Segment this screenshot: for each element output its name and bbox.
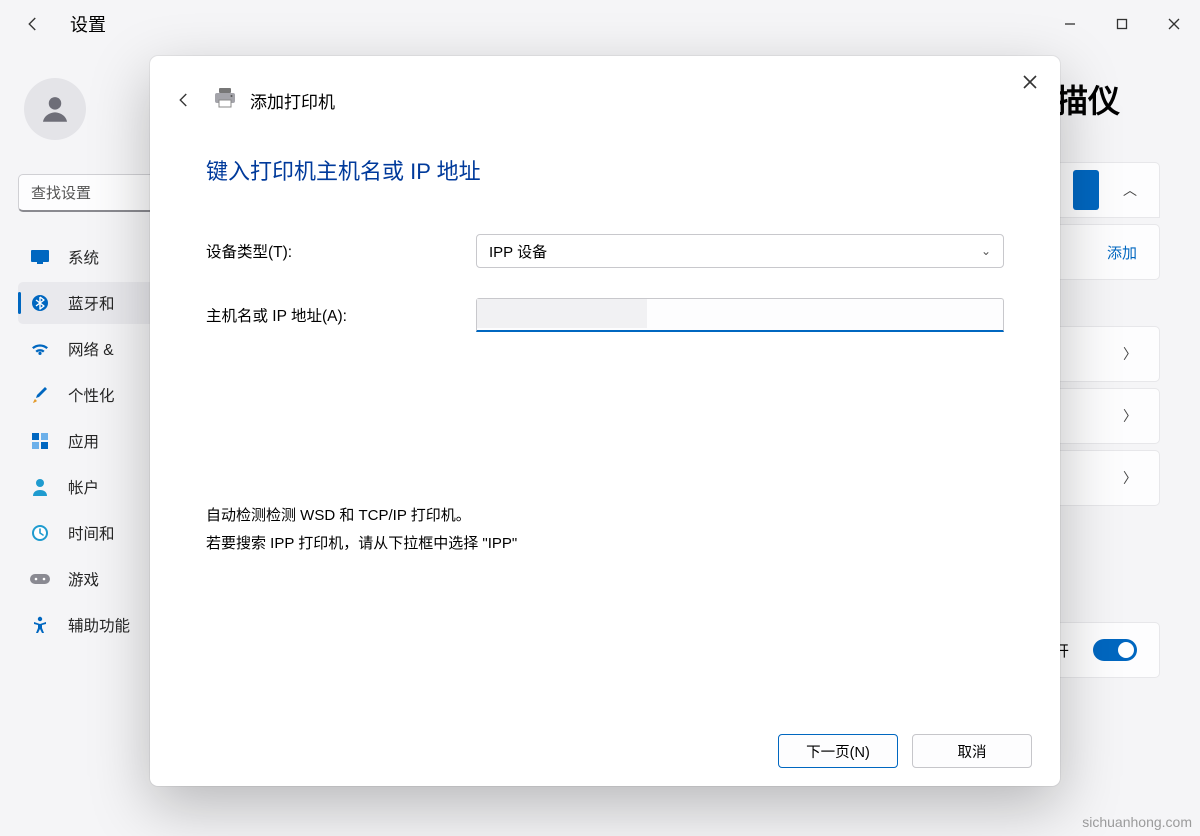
dialog-back-button[interactable] [168, 84, 200, 116]
brush-icon [30, 385, 50, 405]
hint-line: 自动检测检测 WSD 和 TCP/IP 打印机。 [206, 502, 1004, 530]
add-printer-dialog: 添加打印机 键入打印机主机名或 IP 地址 设备类型(T): IPP 设备 ⌄ … [150, 56, 1060, 786]
apps-icon [30, 431, 50, 451]
sidebar-item-label: 帐户 [68, 476, 99, 498]
hostname-input[interactable] [476, 298, 1004, 332]
minimize-button[interactable] [1044, 4, 1096, 44]
printer-icon [214, 88, 236, 113]
device-type-value: IPP 设备 [489, 241, 547, 262]
hint-line: 若要搜索 IPP 打印机，请从下拉框中选择 "IPP" [206, 530, 1004, 558]
window-close-button[interactable] [1148, 4, 1200, 44]
sidebar-item-label: 游戏 [68, 568, 99, 590]
window-controls [1044, 4, 1200, 44]
maximize-button[interactable] [1096, 4, 1148, 44]
toggle-switch[interactable] [1093, 639, 1137, 661]
sidebar-item-label: 辅助功能 [68, 614, 130, 636]
clock-icon [30, 523, 50, 543]
next-button[interactable]: 下一页(N) [778, 734, 898, 768]
dialog-hint: 自动检测检测 WSD 和 TCP/IP 打印机。 若要搜索 IPP 打印机，请从… [206, 502, 1004, 558]
gamepad-icon [30, 569, 50, 589]
window-back-button[interactable] [16, 7, 50, 41]
sidebar-item-label: 系统 [68, 246, 99, 268]
dialog-title: 添加打印机 [250, 88, 335, 113]
search-placeholder: 查找设置 [31, 182, 91, 203]
wifi-icon [30, 339, 50, 359]
sidebar-item-label: 个性化 [68, 384, 115, 406]
app-title: 设置 [70, 11, 106, 37]
dialog-close-button[interactable] [1014, 66, 1046, 98]
person-icon [30, 477, 50, 497]
device-type-label: 设备类型(T): [206, 240, 476, 262]
chevron-right-icon: 〉 [1123, 344, 1137, 364]
access-icon [30, 615, 50, 635]
monitor-icon [30, 247, 50, 267]
chevron-right-icon: 〉 [1123, 406, 1137, 426]
chevron-down-icon: ⌄ [981, 244, 991, 258]
bluetooth-icon [30, 293, 50, 313]
sidebar-item-label: 时间和 [68, 522, 115, 544]
sidebar-item-label: 蓝牙和 [68, 292, 115, 314]
chevron-up-icon: ︿ [1123, 180, 1137, 200]
dialog-heading: 键入打印机主机名或 IP 地址 [206, 154, 1004, 186]
add-link[interactable]: 添加 [1107, 242, 1137, 263]
titlebar: 设置 [0, 0, 1200, 48]
device-type-select[interactable]: IPP 设备 ⌄ [476, 234, 1004, 268]
avatar[interactable] [24, 78, 86, 140]
sidebar-item-label: 应用 [68, 430, 99, 452]
sidebar-item-label: 网络 & [68, 338, 114, 360]
accent-block [1073, 170, 1099, 210]
watermark: sichuanhong.com [1082, 814, 1192, 830]
cancel-button[interactable]: 取消 [912, 734, 1032, 768]
chevron-right-icon: 〉 [1123, 468, 1137, 488]
input-selection [477, 299, 647, 328]
hostname-label: 主机名或 IP 地址(A): [206, 304, 476, 326]
